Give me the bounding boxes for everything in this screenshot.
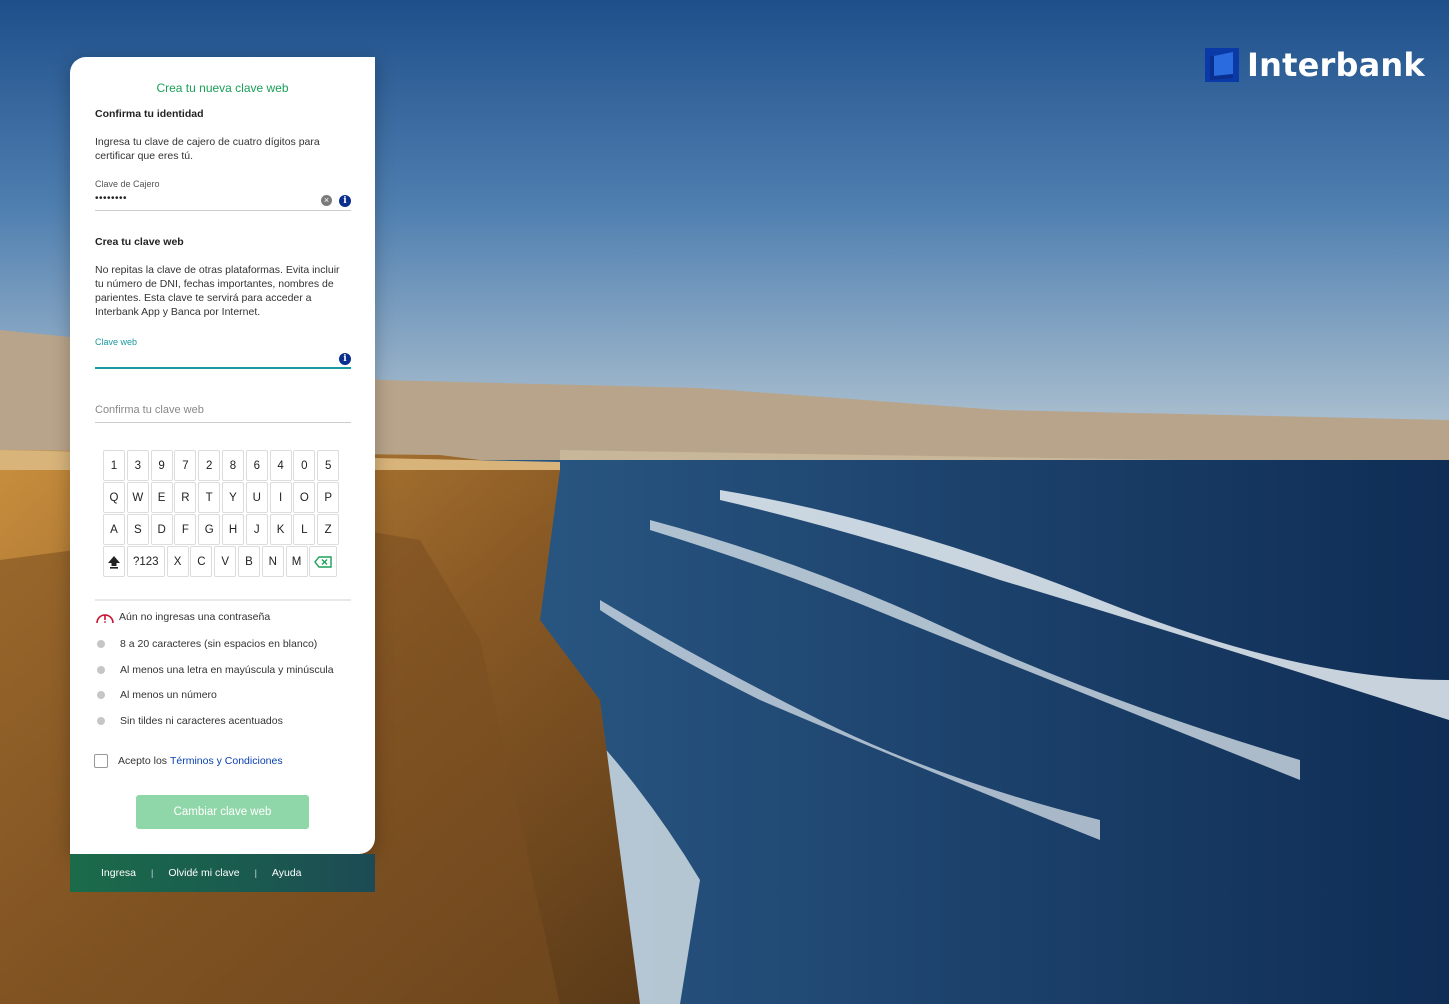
key[interactable]: 4: [269, 450, 292, 481]
key[interactable]: 3: [126, 450, 149, 481]
key[interactable]: P: [317, 482, 340, 513]
info-icon[interactable]: i: [339, 353, 351, 365]
page-title: Crea tu nueva clave web: [156, 81, 289, 95]
key[interactable]: S: [126, 514, 149, 545]
requirement-text: Al menos una letra en mayúscula y minúsc…: [120, 664, 334, 676]
help-link[interactable]: Ayuda: [272, 867, 302, 879]
requirement-item: Sin tildes ni caracteres acentuados: [97, 715, 283, 727]
warning-icon: [96, 614, 114, 624]
key[interactable]: R: [174, 482, 197, 513]
key[interactable]: Y: [221, 482, 244, 513]
virtual-keyboard: 1 3 9 7 2 8 6 4 0 5 Q W E R T Y U I O P …: [103, 450, 341, 578]
divider: |: [151, 868, 154, 878]
bullet-icon: [97, 691, 105, 699]
change-password-button[interactable]: Cambiar clave web: [136, 795, 309, 829]
login-link[interactable]: Ingresa: [101, 867, 136, 879]
key[interactable]: Z: [317, 514, 340, 545]
key[interactable]: A: [103, 514, 125, 545]
key[interactable]: 8: [221, 450, 244, 481]
key[interactable]: J: [245, 514, 268, 545]
key[interactable]: G: [198, 514, 221, 545]
web-password-label: Clave web: [95, 337, 138, 347]
interbank-logo: Interbank: [1205, 46, 1425, 84]
info-icon[interactable]: i: [339, 195, 351, 207]
requirement-text: 8 a 20 caracteres (sin espacios en blanc…: [120, 638, 318, 650]
key[interactable]: K: [269, 514, 292, 545]
backspace-icon: [314, 555, 333, 568]
key[interactable]: O: [293, 482, 316, 513]
key[interactable]: H: [221, 514, 244, 545]
key[interactable]: T: [198, 482, 221, 513]
shift-key[interactable]: [103, 546, 125, 577]
web-password-heading: Crea tu clave web: [95, 236, 184, 248]
terms-checkbox[interactable]: [94, 754, 108, 768]
bullet-icon: [97, 640, 105, 648]
cajero-field-label: Clave de Cajero: [95, 179, 160, 189]
terms-link[interactable]: Términos y Condiciones: [170, 755, 283, 767]
key[interactable]: 7: [174, 450, 197, 481]
clear-icon[interactable]: ×: [321, 195, 332, 206]
terms-row: Acepto los Términos y Condiciones: [94, 754, 283, 768]
key[interactable]: Q: [103, 482, 125, 513]
keyboard-row-letters-1: Q W E R T Y U I O P: [103, 482, 341, 513]
bullet-icon: [97, 666, 105, 674]
password-status: Aún no ingresas una contraseña: [95, 610, 270, 624]
cajero-field[interactable]: ••••••••: [95, 193, 127, 204]
key[interactable]: L: [293, 514, 316, 545]
key[interactable]: X: [166, 546, 189, 577]
requirement-item: 8 a 20 caracteres (sin espacios en blanc…: [97, 638, 317, 650]
key[interactable]: I: [269, 482, 292, 513]
password-status-text: Aún no ingresas una contraseña: [119, 611, 271, 623]
key[interactable]: M: [285, 546, 308, 577]
key[interactable]: W: [126, 482, 149, 513]
web-password-description: No repitas la clave de otras plataformas…: [95, 264, 340, 318]
key[interactable]: C: [190, 546, 213, 577]
key[interactable]: F: [174, 514, 197, 545]
bullet-icon: [97, 717, 105, 725]
keyboard-row-letters-2: A S D F G H J K L Z: [103, 514, 341, 545]
requirement-text: Al menos un número: [120, 689, 217, 701]
key[interactable]: 5: [317, 450, 340, 481]
key[interactable]: D: [150, 514, 173, 545]
key[interactable]: 1: [103, 450, 125, 481]
key[interactable]: B: [237, 546, 260, 577]
symbols-key[interactable]: ?123: [126, 546, 165, 577]
key[interactable]: E: [150, 482, 173, 513]
change-password-card: Crea tu nueva clave web Confirma tu iden…: [70, 57, 375, 854]
key[interactable]: 2: [198, 450, 221, 481]
key[interactable]: 6: [245, 450, 268, 481]
confirm-password-input[interactable]: Confirma tu clave web: [95, 404, 204, 416]
keyboard-row-digits: 1 3 9 7 2 8 6 4 0 5: [103, 450, 341, 481]
identity-description: Ingresa tu clave de cajero de cuatro díg…: [95, 136, 320, 162]
requirement-text: Sin tildes ni caracteres acentuados: [120, 715, 283, 727]
key[interactable]: U: [245, 482, 268, 513]
divider: [95, 599, 351, 601]
keyboard-row-letters-3: ?123 X C V B N M: [103, 546, 341, 577]
requirement-item: Al menos un número: [97, 689, 217, 701]
key[interactable]: 0: [293, 450, 316, 481]
key[interactable]: N: [261, 546, 284, 577]
terms-prefix: Acepto los: [118, 755, 168, 767]
web-password-input[interactable]: [95, 347, 335, 367]
backspace-key[interactable]: [309, 546, 338, 577]
key[interactable]: V: [214, 546, 237, 577]
brand-name: Interbank: [1247, 46, 1425, 84]
web-password-underline: [95, 367, 351, 369]
shift-icon: [108, 555, 120, 569]
requirement-item: Al menos una letra en mayúscula y minúsc…: [97, 664, 334, 676]
forgot-password-link[interactable]: Olvidé mi clave: [168, 867, 239, 879]
divider: |: [254, 868, 257, 878]
confirm-password-underline: [95, 422, 351, 423]
interbank-logo-icon: [1205, 48, 1239, 82]
identity-heading: Confirma tu identidad: [95, 108, 204, 120]
cajero-field-underline: [95, 210, 351, 211]
key[interactable]: 9: [150, 450, 173, 481]
footer-links: Ingresa | Olvidé mi clave | Ayuda: [70, 854, 375, 892]
